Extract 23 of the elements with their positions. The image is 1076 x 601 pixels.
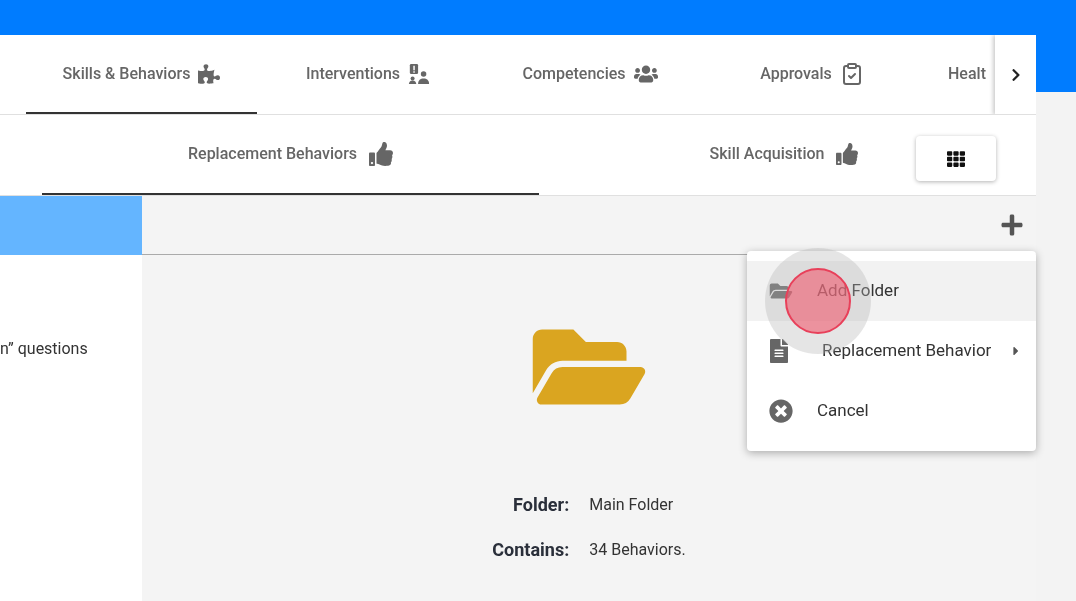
grid-icon [947,149,965,168]
cancel-icon [769,399,793,423]
menu-item[interactable]: Cancel [747,381,1036,441]
tab[interactable]: Competencies [479,35,701,114]
thumbs-up-icon [836,143,859,165]
tab[interactable]: Approvals [701,35,923,114]
top-bar-edge [1036,35,1076,92]
tab[interactable]: Interventions [257,35,479,114]
folder-value: Main Folder [589,493,675,516]
subtab[interactable]: Skill Acquisition [689,115,879,195]
grid-view-button[interactable] [916,136,996,181]
tab[interactable]: Healt [923,35,995,114]
folder-label: Folder: [512,493,570,517]
person-alert-icon [408,62,431,85]
contains-label: Contains: [492,538,570,562]
contains-value: 34 Behaviors. [589,538,686,561]
tab[interactable]: Skills & Behaviors [26,35,257,114]
puzzle-icon [198,62,221,85]
item-text: n” questions [0,339,88,358]
menu-item[interactable]: Replacement Behavior [747,321,1036,381]
add-icon[interactable] [1000,213,1024,237]
document-icon [769,339,789,363]
thumbs-up-icon [369,142,393,166]
